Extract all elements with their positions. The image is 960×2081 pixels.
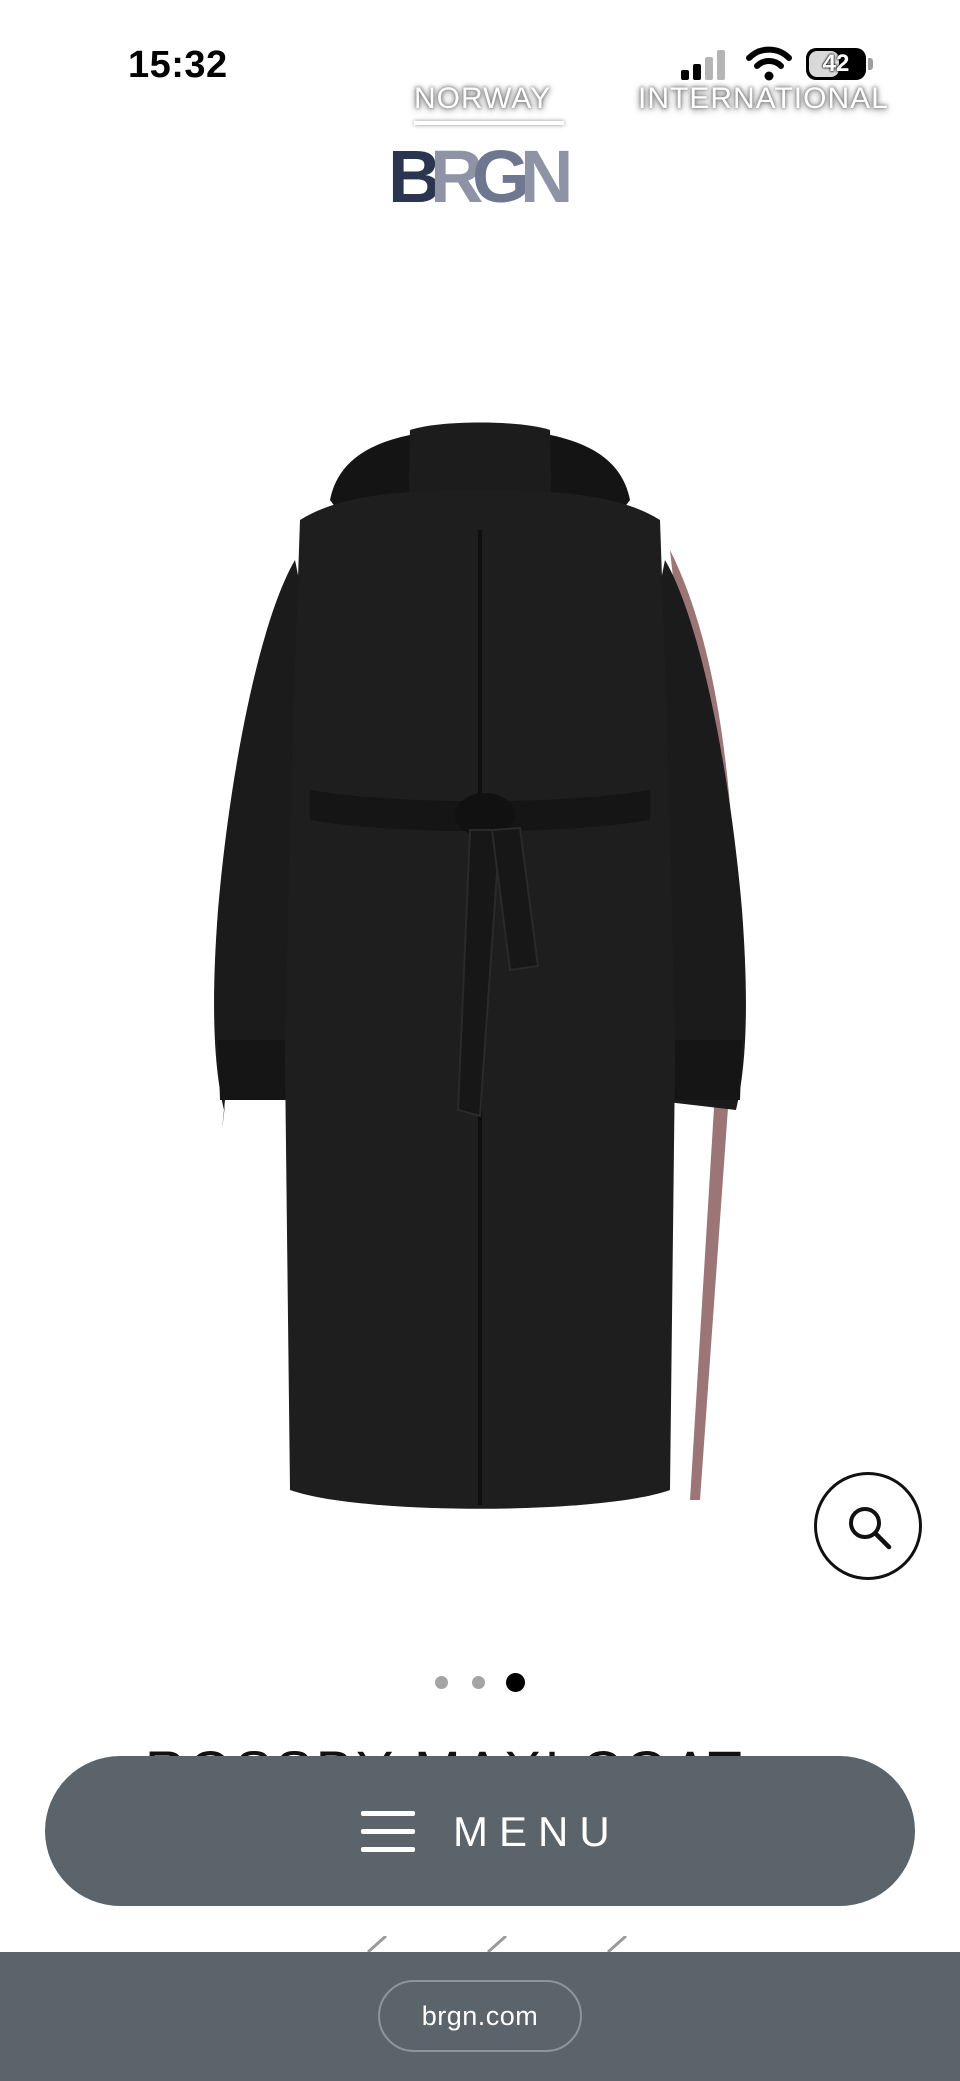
svg-text:G: G <box>472 140 525 210</box>
battery-icon: 42 <box>806 48 874 80</box>
url-text: brgn.com <box>421 2001 539 2031</box>
hamburger-icon <box>361 1809 415 1853</box>
region-norway-link[interactable]: NORWAY <box>414 82 551 116</box>
svg-text:N: N <box>520 140 569 210</box>
signal-icon <box>681 50 725 80</box>
region-international-link[interactable]: INTERNATIONAL <box>638 82 889 116</box>
decorative-slashes <box>367 1936 627 1952</box>
zoom-button[interactable] <box>814 1472 922 1580</box>
menu-label: MENU <box>453 1808 621 1855</box>
region-selected-underline <box>414 121 564 125</box>
menu-button[interactable]: MENU <box>45 1756 915 1906</box>
browser-address-bar: brgn.com <box>0 1952 960 2081</box>
carousel-dot[interactable] <box>435 1676 448 1689</box>
status-time: 15:32 <box>128 44 228 86</box>
search-icon <box>849 1507 892 1550</box>
coat-image[interactable] <box>200 410 760 1520</box>
wifi-icon <box>746 46 792 81</box>
carousel-dot[interactable] <box>472 1676 485 1689</box>
carousel-dot-active[interactable] <box>506 1673 525 1692</box>
battery-level: 42 <box>822 50 850 77</box>
brgn-logo[interactable]: B R G N <box>388 140 570 210</box>
url-pill[interactable]: brgn.com <box>378 1980 582 2052</box>
